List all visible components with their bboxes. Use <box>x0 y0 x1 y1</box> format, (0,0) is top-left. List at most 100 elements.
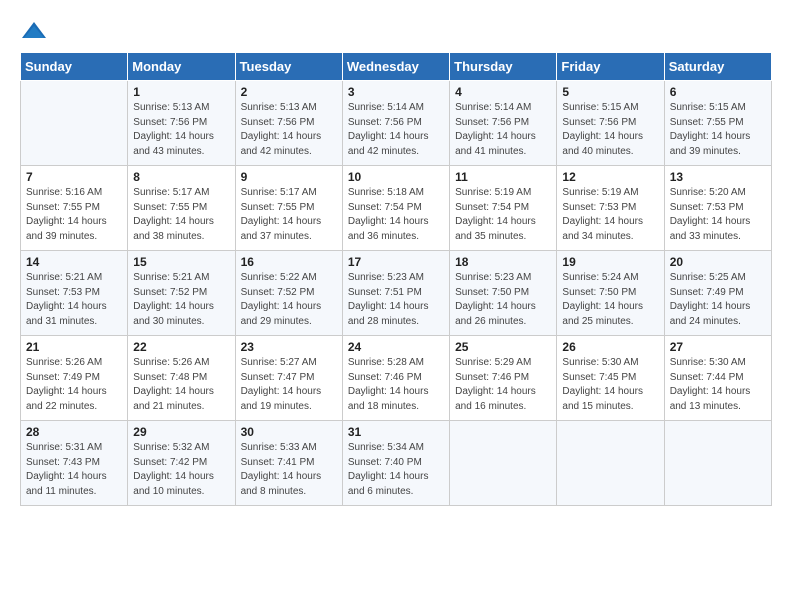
day-number: 12 <box>562 170 658 184</box>
cell-info: Sunrise: 5:14 AM Sunset: 7:56 PM Dayligh… <box>348 101 444 159</box>
cell-info: Sunrise: 5:23 AM Sunset: 7:51 PM Dayligh… <box>348 271 444 329</box>
day-number: 21 <box>26 340 122 354</box>
calendar-cell: 16Sunrise: 5:22 AM Sunset: 7:52 PM Dayli… <box>235 251 342 336</box>
calendar-cell: 26 Sunrise: 5:30 AM Sunset: 7:45 PM Dayli… <box>557 336 664 421</box>
cell-info: Sunrise: 5:15 AM Sunset: 7:55 PM Dayligh… <box>670 101 766 159</box>
logo-icon <box>20 20 48 42</box>
day-number: 28 <box>26 425 122 439</box>
day-number: 9 <box>241 170 337 184</box>
cell-info: Sunrise: 5:26 AM Sunset: 7:48 PM Dayligh… <box>133 356 229 414</box>
calendar-cell: 10 Sunrise: 5:18 AM Sunset: 7:54 PM Dayli… <box>342 166 449 251</box>
calendar-cell: 29Sunrise: 5:32 AM Sunset: 7:42 PM Dayli… <box>128 421 235 506</box>
header-day-thursday: Thursday <box>450 53 557 81</box>
cell-info: Sunrise: 5:24 AM Sunset: 7:50 PM Dayligh… <box>562 271 658 329</box>
day-number: 17 <box>348 255 444 269</box>
cell-info: Sunrise: 5:15 AM Sunset: 7:56 PM Dayligh… <box>562 101 658 159</box>
cell-info: Sunrise: 5:23 AM Sunset: 7:50 PM Dayligh… <box>455 271 551 329</box>
calendar-cell: 2 Sunrise: 5:13 AM Sunset: 7:56 PM Daylig… <box>235 81 342 166</box>
calendar-cell: 25Sunrise: 5:29 AM Sunset: 7:46 PM Dayli… <box>450 336 557 421</box>
cell-info: Sunrise: 5:18 AM Sunset: 7:54 PM Dayligh… <box>348 186 444 244</box>
week-row-4: 21 Sunrise: 5:26 AM Sunset: 7:49 PM Dayli… <box>21 336 772 421</box>
day-number: 15 <box>133 255 229 269</box>
cell-info: Sunrise: 5:20 AM Sunset: 7:53 PM Dayligh… <box>670 186 766 244</box>
cell-info: Sunrise: 5:13 AM Sunset: 7:56 PM Dayligh… <box>241 101 337 159</box>
cell-info: Sunrise: 5:17 AM Sunset: 7:55 PM Dayligh… <box>133 186 229 244</box>
day-number: 14 <box>26 255 122 269</box>
header-day-friday: Friday <box>557 53 664 81</box>
calendar-cell: 23 Sunrise: 5:27 AM Sunset: 7:47 PM Dayli… <box>235 336 342 421</box>
calendar-cell <box>664 421 771 506</box>
day-number: 10 <box>348 170 444 184</box>
cell-info: Sunrise: 5:29 AM Sunset: 7:46 PM Dayligh… <box>455 356 551 414</box>
week-row-5: 28Sunrise: 5:31 AM Sunset: 7:43 PM Dayli… <box>21 421 772 506</box>
cell-info: Sunrise: 5:14 AM Sunset: 7:56 PM Dayligh… <box>455 101 551 159</box>
calendar-cell: 30 Sunrise: 5:33 AM Sunset: 7:41 PM Dayli… <box>235 421 342 506</box>
cell-info: Sunrise: 5:30 AM Sunset: 7:44 PM Dayligh… <box>670 356 766 414</box>
day-number: 5 <box>562 85 658 99</box>
calendar-cell: 11 Sunrise: 5:19 AM Sunset: 7:54 PM Dayli… <box>450 166 557 251</box>
week-row-2: 7 Sunrise: 5:16 AM Sunset: 7:55 PM Daylig… <box>21 166 772 251</box>
calendar-cell: 31Sunrise: 5:34 AM Sunset: 7:40 PM Dayli… <box>342 421 449 506</box>
cell-info: Sunrise: 5:21 AM Sunset: 7:53 PM Dayligh… <box>26 271 122 329</box>
day-number: 24 <box>348 340 444 354</box>
day-number: 13 <box>670 170 766 184</box>
calendar-cell: 3 Sunrise: 5:14 AM Sunset: 7:56 PM Daylig… <box>342 81 449 166</box>
week-row-1: 1 Sunrise: 5:13 AM Sunset: 7:56 PM Daylig… <box>21 81 772 166</box>
cell-info: Sunrise: 5:19 AM Sunset: 7:53 PM Dayligh… <box>562 186 658 244</box>
day-number: 29 <box>133 425 229 439</box>
calendar-cell: 7 Sunrise: 5:16 AM Sunset: 7:55 PM Daylig… <box>21 166 128 251</box>
cell-info: Sunrise: 5:19 AM Sunset: 7:54 PM Dayligh… <box>455 186 551 244</box>
calendar-cell: 28Sunrise: 5:31 AM Sunset: 7:43 PM Dayli… <box>21 421 128 506</box>
day-number: 26 <box>562 340 658 354</box>
cell-info: Sunrise: 5:27 AM Sunset: 7:47 PM Dayligh… <box>241 356 337 414</box>
header-day-wednesday: Wednesday <box>342 53 449 81</box>
day-number: 18 <box>455 255 551 269</box>
cell-info: Sunrise: 5:25 AM Sunset: 7:49 PM Dayligh… <box>670 271 766 329</box>
calendar-cell: 5 Sunrise: 5:15 AM Sunset: 7:56 PM Daylig… <box>557 81 664 166</box>
calendar-cell <box>557 421 664 506</box>
header-day-monday: Monday <box>128 53 235 81</box>
calendar-cell: 24 Sunrise: 5:28 AM Sunset: 7:46 PM Dayli… <box>342 336 449 421</box>
cell-info: Sunrise: 5:33 AM Sunset: 7:41 PM Dayligh… <box>241 441 337 499</box>
cell-info: Sunrise: 5:26 AM Sunset: 7:49 PM Dayligh… <box>26 356 122 414</box>
calendar-cell: 15Sunrise: 5:21 AM Sunset: 7:52 PM Dayli… <box>128 251 235 336</box>
calendar-cell: 19Sunrise: 5:24 AM Sunset: 7:50 PM Dayli… <box>557 251 664 336</box>
day-number: 7 <box>26 170 122 184</box>
header-day-saturday: Saturday <box>664 53 771 81</box>
calendar-header: SundayMondayTuesdayWednesdayThursdayFrid… <box>21 53 772 81</box>
calendar-cell: 27Sunrise: 5:30 AM Sunset: 7:44 PM Dayli… <box>664 336 771 421</box>
day-number: 3 <box>348 85 444 99</box>
calendar-table: SundayMondayTuesdayWednesdayThursdayFrid… <box>20 52 772 506</box>
day-number: 6 <box>670 85 766 99</box>
day-number: 22 <box>133 340 229 354</box>
calendar-cell: 12 Sunrise: 5:19 AM Sunset: 7:53 PM Dayli… <box>557 166 664 251</box>
day-number: 23 <box>241 340 337 354</box>
cell-info: Sunrise: 5:17 AM Sunset: 7:55 PM Dayligh… <box>241 186 337 244</box>
day-number: 30 <box>241 425 337 439</box>
logo <box>20 20 52 42</box>
calendar-cell: 14 Sunrise: 5:21 AM Sunset: 7:53 PM Dayli… <box>21 251 128 336</box>
cell-info: Sunrise: 5:34 AM Sunset: 7:40 PM Dayligh… <box>348 441 444 499</box>
calendar-cell <box>450 421 557 506</box>
calendar-cell: 21 Sunrise: 5:26 AM Sunset: 7:49 PM Dayli… <box>21 336 128 421</box>
header-day-tuesday: Tuesday <box>235 53 342 81</box>
calendar-cell: 8 Sunrise: 5:17 AM Sunset: 7:55 PM Daylig… <box>128 166 235 251</box>
calendar-cell: 17 Sunrise: 5:23 AM Sunset: 7:51 PM Dayli… <box>342 251 449 336</box>
day-number: 20 <box>670 255 766 269</box>
cell-info: Sunrise: 5:22 AM Sunset: 7:52 PM Dayligh… <box>241 271 337 329</box>
day-number: 2 <box>241 85 337 99</box>
calendar-cell: 22 Sunrise: 5:26 AM Sunset: 7:48 PM Dayli… <box>128 336 235 421</box>
calendar-cell: 9 Sunrise: 5:17 AM Sunset: 7:55 PM Daylig… <box>235 166 342 251</box>
calendar-cell: 1 Sunrise: 5:13 AM Sunset: 7:56 PM Daylig… <box>128 81 235 166</box>
cell-info: Sunrise: 5:30 AM Sunset: 7:45 PM Dayligh… <box>562 356 658 414</box>
week-row-3: 14 Sunrise: 5:21 AM Sunset: 7:53 PM Dayli… <box>21 251 772 336</box>
day-number: 1 <box>133 85 229 99</box>
calendar-cell <box>21 81 128 166</box>
calendar-cell: 13 Sunrise: 5:20 AM Sunset: 7:53 PM Dayli… <box>664 166 771 251</box>
cell-info: Sunrise: 5:16 AM Sunset: 7:55 PM Dayligh… <box>26 186 122 244</box>
day-number: 11 <box>455 170 551 184</box>
day-number: 8 <box>133 170 229 184</box>
cell-info: Sunrise: 5:13 AM Sunset: 7:56 PM Dayligh… <box>133 101 229 159</box>
cell-info: Sunrise: 5:28 AM Sunset: 7:46 PM Dayligh… <box>348 356 444 414</box>
header <box>20 20 772 42</box>
